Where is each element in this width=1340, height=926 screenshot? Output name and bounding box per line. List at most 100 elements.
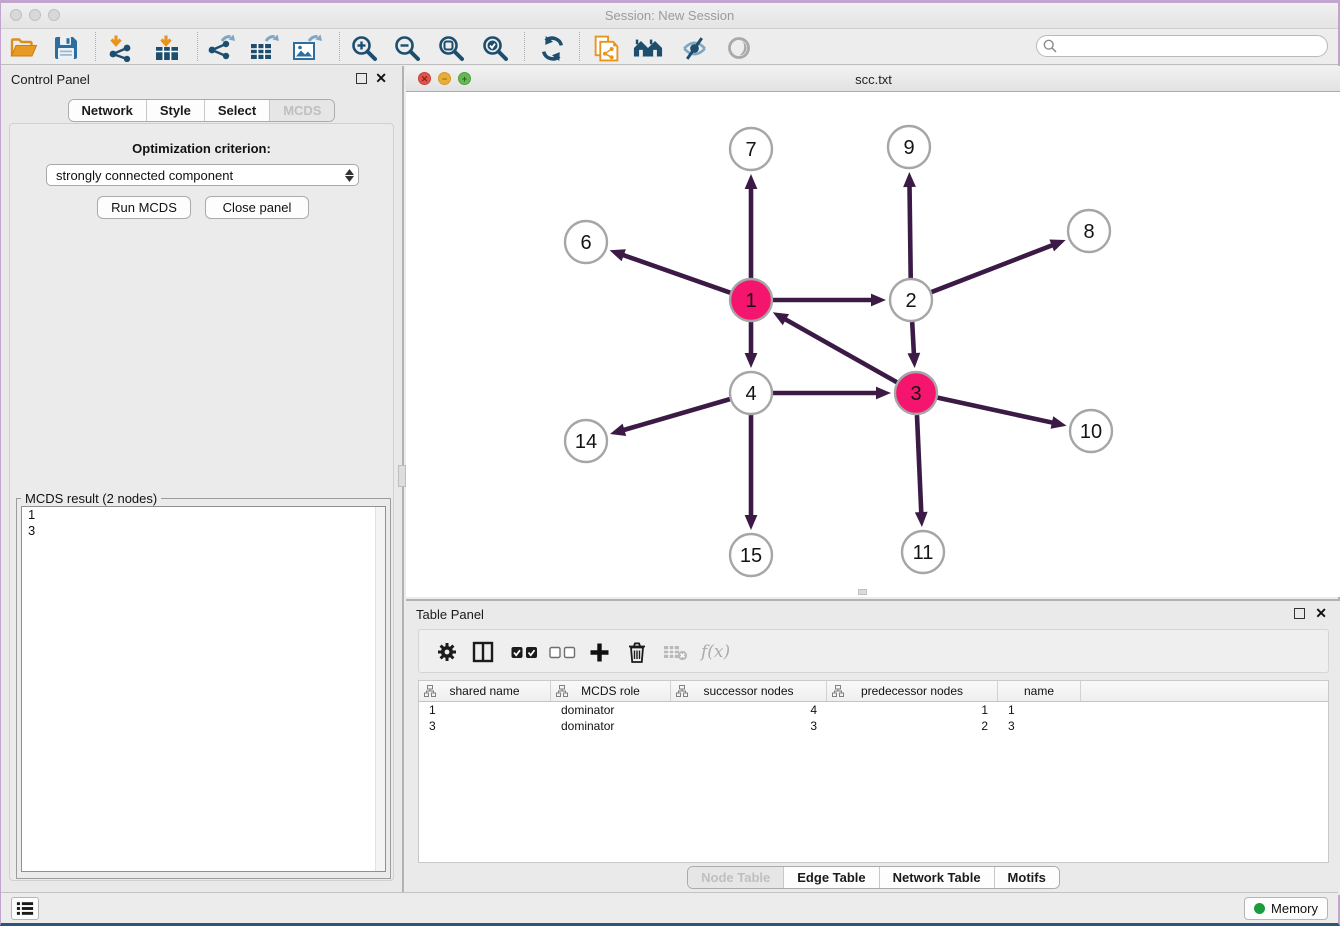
- export-network-icon[interactable]: [206, 33, 236, 63]
- optimization-criterion-label: Optimization criterion:: [10, 141, 393, 156]
- graph-node-label: 11: [913, 542, 934, 564]
- criterion-dropdown-value: strongly connected component: [47, 168, 340, 183]
- table-cell[interactable]: 2: [827, 718, 998, 734]
- graph-edge-arrowhead: [745, 353, 758, 368]
- graph-edge-3-10[interactable]: [937, 398, 1053, 423]
- graph-node-label: 3: [910, 383, 921, 405]
- close-panel-button[interactable]: Close panel: [205, 196, 309, 219]
- save-session-icon[interactable]: [51, 33, 81, 63]
- tab-edge-table[interactable]: Edge Table: [783, 867, 878, 888]
- table-cell[interactable]: 3: [419, 718, 551, 734]
- graph-edge-1-6[interactable]: [622, 255, 730, 293]
- delete-table-icon-disabled: [663, 640, 688, 664]
- graph-node-label: 4: [745, 383, 756, 405]
- column-header-MCDS-role[interactable]: MCDS role: [551, 681, 671, 701]
- node-table: shared nameMCDS rolesuccessor nodesprede…: [418, 680, 1329, 863]
- mcds-tab-content: Optimization criterion: strongly connect…: [9, 123, 394, 881]
- mcds-result-list[interactable]: 13: [21, 506, 386, 872]
- table-panel: Table Panel ✕: [406, 599, 1340, 895]
- graph-edge-2-9[interactable]: [909, 185, 910, 278]
- new-network-from-selection-icon[interactable]: [591, 33, 621, 63]
- graph-edge-4-14[interactable]: [622, 399, 729, 430]
- mcds-result-item[interactable]: 3: [22, 523, 385, 539]
- tab-node-table[interactable]: Node Table: [688, 867, 783, 888]
- delete-column-icon[interactable]: [627, 640, 647, 664]
- network-title: scc.txt: [406, 72, 1340, 87]
- close-panel-icon[interactable]: ✕: [1315, 605, 1327, 621]
- search-input[interactable]: [1061, 37, 1327, 55]
- import-table-icon[interactable]: [152, 33, 182, 63]
- create-column-icon[interactable]: [589, 640, 610, 664]
- column-header-shared-name[interactable]: shared name: [419, 681, 551, 701]
- toolbar-separator: [197, 32, 198, 61]
- control-panel-tabs: NetworkStyleSelectMCDS: [68, 99, 336, 122]
- graph-node-label: 8: [1083, 221, 1094, 243]
- zoom-out-icon[interactable]: [392, 33, 422, 63]
- close-panel-icon[interactable]: ✕: [375, 70, 387, 86]
- mcds-result-item[interactable]: 1: [22, 507, 385, 523]
- control-panel: Control Panel ✕ NetworkStyleSelectMCDS O…: [1, 66, 404, 895]
- tab-select[interactable]: Select: [204, 100, 269, 121]
- graph-edge-2-8[interactable]: [932, 245, 1054, 292]
- tab-mcds[interactable]: MCDS: [269, 100, 334, 121]
- table-row[interactable]: 1dominator411: [419, 702, 1328, 718]
- table-cell[interactable]: dominator: [551, 718, 671, 734]
- export-image-icon[interactable]: [292, 33, 322, 63]
- tab-motifs[interactable]: Motifs: [994, 867, 1059, 888]
- zoom-fit-icon[interactable]: [436, 33, 466, 63]
- table-cell[interactable]: 1: [419, 702, 551, 718]
- graph-node-label: 6: [580, 232, 591, 254]
- run-mcds-button[interactable]: Run MCDS: [97, 196, 191, 219]
- tab-network[interactable]: Network: [69, 100, 146, 121]
- tab-network-table[interactable]: Network Table: [879, 867, 994, 888]
- show-columns-icon[interactable]: [472, 640, 494, 664]
- column-header-name[interactable]: name: [998, 681, 1081, 701]
- open-session-icon[interactable]: [9, 33, 39, 63]
- table-cell[interactable]: 3: [671, 718, 827, 734]
- function-builder-icon-disabled: f(x): [701, 640, 730, 664]
- criterion-dropdown[interactable]: strongly connected component: [46, 164, 359, 186]
- first-neighbors-icon[interactable]: [633, 33, 663, 63]
- table-cell[interactable]: dominator: [551, 702, 671, 718]
- export-table-icon[interactable]: [249, 33, 279, 63]
- table-row[interactable]: 3dominator323: [419, 718, 1328, 734]
- mcds-result-group: MCDS result (2 nodes) 13: [16, 498, 391, 879]
- graph-edge-arrowhead: [610, 249, 626, 261]
- deselect-all-columns-icon[interactable]: [549, 640, 576, 664]
- tab-style[interactable]: Style: [146, 100, 204, 121]
- window-title: Session: New Session: [1, 8, 1338, 23]
- network-canvas[interactable]: 7968124314101511: [406, 92, 1340, 597]
- column-header-predecessor-nodes[interactable]: predecessor nodes: [827, 681, 998, 701]
- table-cell[interactable]: 1: [827, 702, 998, 718]
- graph-edge-arrowhead: [610, 424, 626, 436]
- select-all-columns-icon[interactable]: [511, 640, 538, 664]
- scrollbar[interactable]: [375, 507, 385, 871]
- memory-button[interactable]: Memory: [1244, 897, 1328, 920]
- splitter-handle[interactable]: [398, 465, 406, 487]
- toolbar-separator: [579, 32, 580, 61]
- zoom-selected-icon[interactable]: [480, 33, 510, 63]
- graph-edge-3-1[interactable]: [784, 319, 897, 383]
- table-settings-gear-icon[interactable]: [437, 640, 457, 664]
- window-titlebar: Session: New Session: [1, 3, 1338, 29]
- toolbar-separator: [95, 32, 96, 61]
- import-network-icon[interactable]: [105, 33, 135, 63]
- zoom-in-icon[interactable]: [349, 33, 379, 63]
- search-box[interactable]: [1036, 35, 1328, 57]
- float-panel-icon[interactable]: [356, 73, 367, 84]
- list-icon: [16, 901, 34, 916]
- table-header-row: shared nameMCDS rolesuccessor nodesprede…: [419, 681, 1328, 702]
- table-toolbar: f(x): [418, 629, 1329, 673]
- column-header-successor-nodes[interactable]: successor nodes: [671, 681, 827, 701]
- splitter-handle[interactable]: [858, 589, 867, 595]
- apply-layout-icon[interactable]: [537, 33, 567, 63]
- table-cell[interactable]: 1: [998, 702, 1081, 718]
- task-history-button[interactable]: [11, 897, 39, 920]
- show-hidden-icon[interactable]: [724, 33, 754, 63]
- float-panel-icon[interactable]: [1294, 608, 1305, 619]
- table-cell[interactable]: 3: [998, 718, 1081, 734]
- table-cell[interactable]: 4: [671, 702, 827, 718]
- graph-edge-2-3[interactable]: [912, 322, 914, 355]
- graph-edge-3-11[interactable]: [917, 415, 921, 514]
- hide-selected-icon[interactable]: [679, 33, 709, 63]
